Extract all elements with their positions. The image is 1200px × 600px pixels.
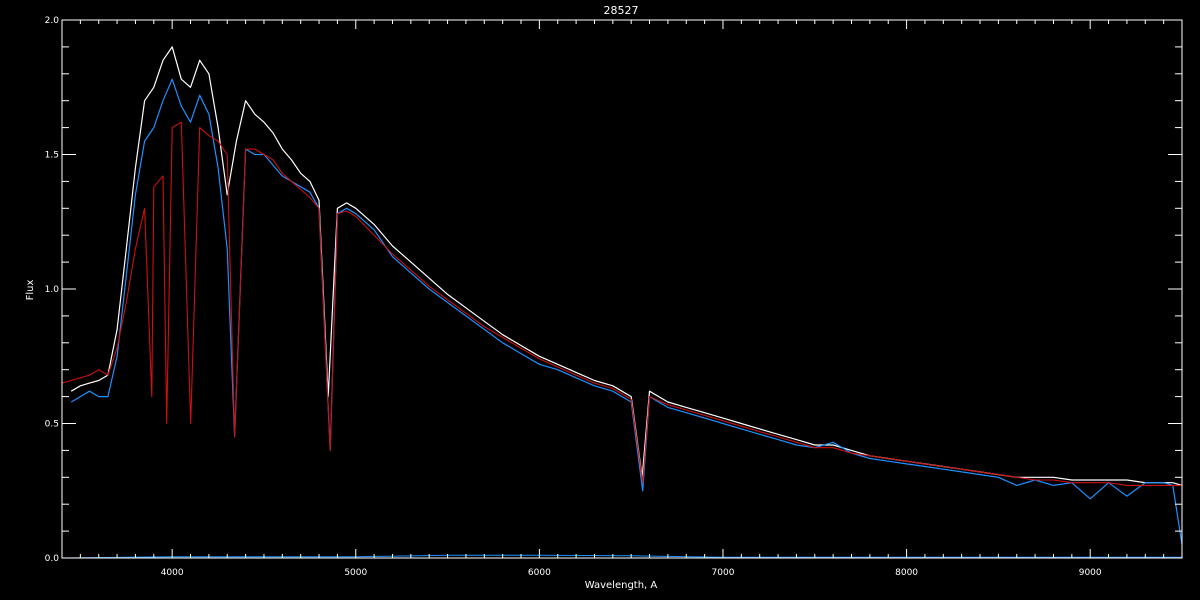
y-tick-label: 1.5 — [45, 151, 59, 161]
x-tick-label: 7000 — [712, 568, 735, 578]
y-tick-label: 1.0 — [45, 285, 60, 295]
x-tick-label: 4000 — [161, 568, 184, 578]
x-tick-label: 9000 — [1079, 568, 1102, 578]
y-tick-label: 0.0 — [45, 554, 60, 564]
chart-title: 28527 — [604, 4, 639, 17]
y-axis-label: Flux — [25, 280, 36, 301]
series-line-observed-blue — [70, 78, 1182, 545]
spectrum-plot: 28527 Wavelength, A Flux 4000 5000 6000 700… — [0, 0, 1200, 600]
series-layer — [62, 46, 1182, 558]
x-tick-label: 5000 — [344, 568, 367, 578]
axes-layer: 4000 5000 6000 7000 8000 9000 0.0 0.5 1.0 1.5 2.0 — [45, 16, 1183, 578]
x-axis-label: Wavelength, A — [585, 580, 658, 591]
x-tick-label: 8000 — [895, 568, 918, 578]
y-tick-label: 0.5 — [45, 420, 59, 430]
y-tick-label: 2.0 — [45, 16, 60, 26]
series-line-observed-white — [70, 46, 1182, 486]
spectrum-chart: 28527 Wavelength, A Flux 4000 5000 6000 700… — [25, 4, 1183, 591]
x-tick-label: 6000 — [528, 568, 551, 578]
